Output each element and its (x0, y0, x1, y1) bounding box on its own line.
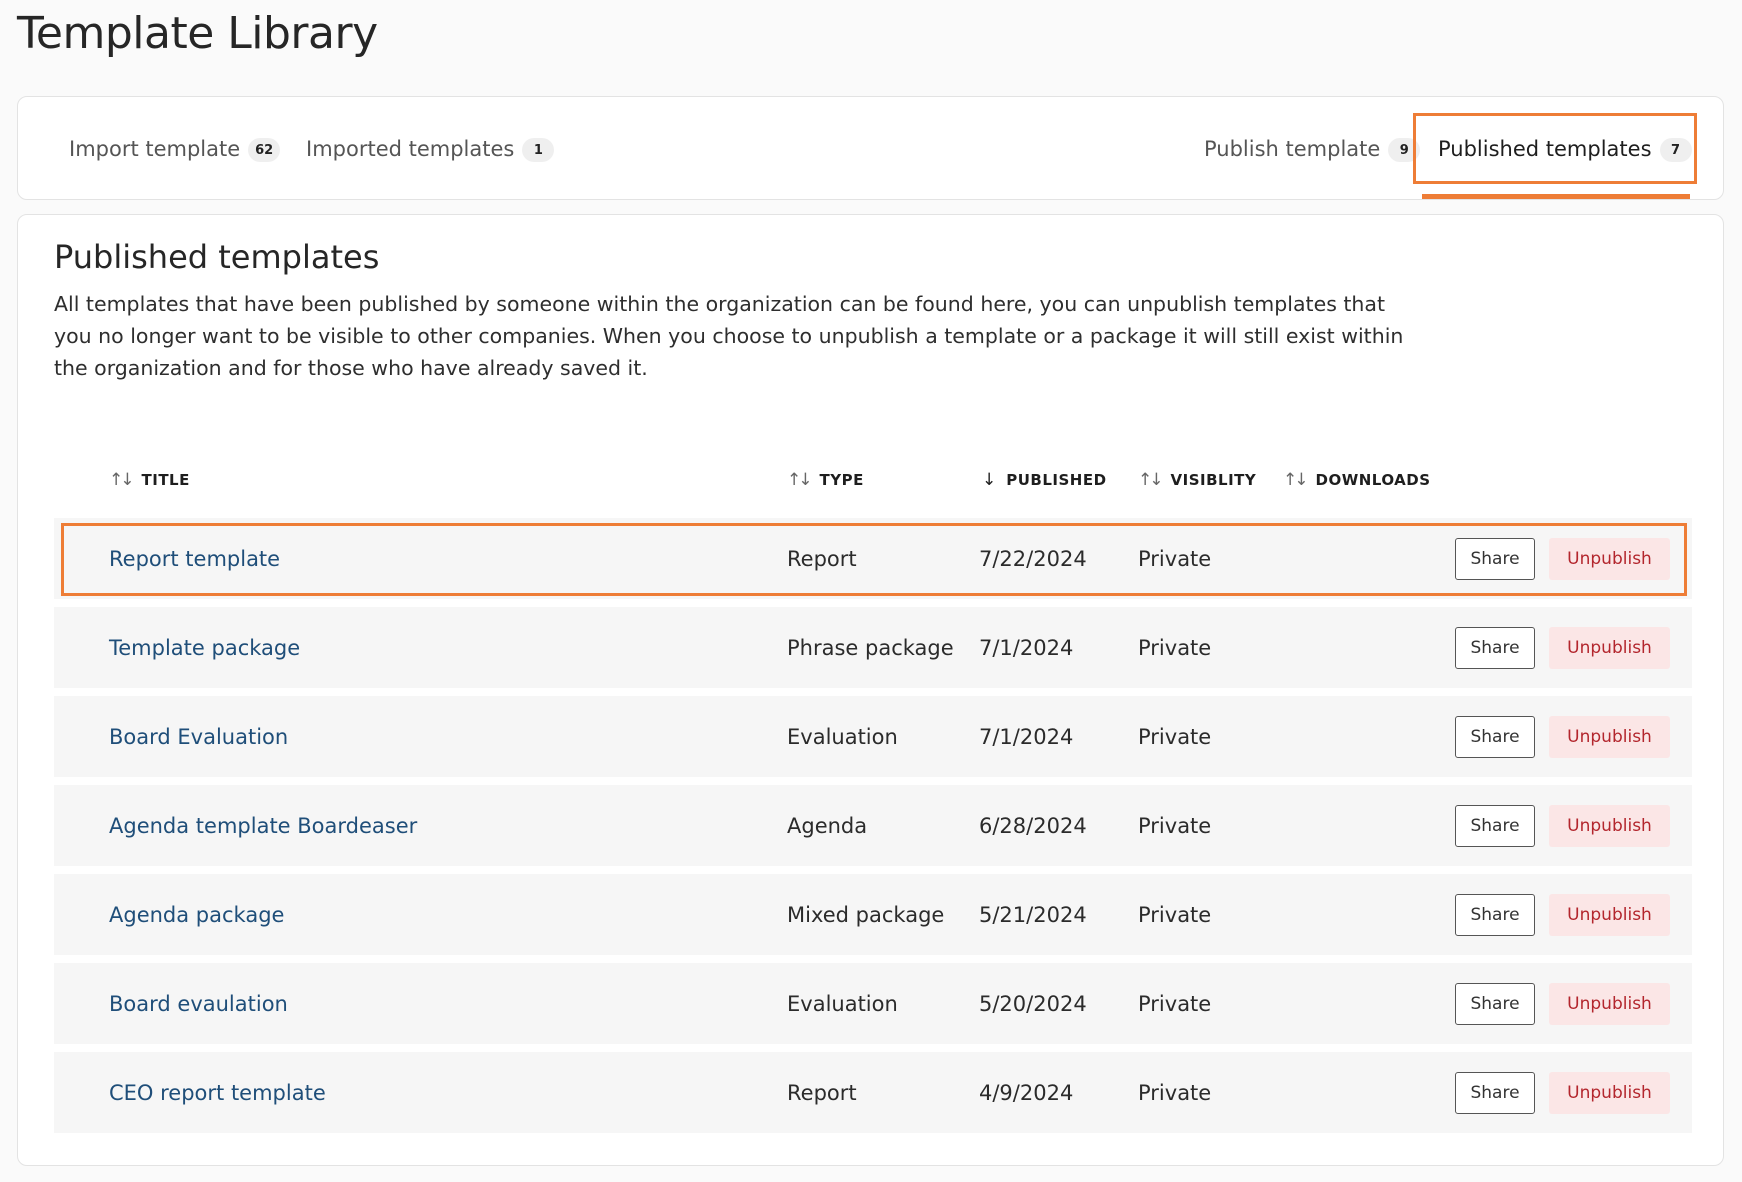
template-type: Mixed package (787, 902, 945, 927)
visibility: Private (1138, 902, 1212, 927)
sort-both-icon: ↑↓ (109, 470, 134, 490)
published-date: 4/9/2024 (979, 1080, 1074, 1105)
published-date: 7/1/2024 (979, 724, 1074, 749)
template-type: Report (787, 546, 857, 571)
template-title-link[interactable]: Agenda package (109, 874, 284, 955)
column-header-downloads[interactable]: ↑↓ DOWNLOADS (1283, 468, 1431, 492)
unpublish-button[interactable]: Unpublish (1549, 627, 1670, 669)
table-row: Board Evaluation Evaluation 7/1/2024 Pri… (54, 696, 1692, 777)
column-header-label: DOWNLOADS (1315, 471, 1431, 489)
published-date: 6/28/2024 (979, 813, 1087, 838)
column-header-label: PUBLISHED (1006, 471, 1107, 489)
active-tab-underline (1422, 194, 1690, 199)
template-title-link[interactable]: Template package (109, 607, 300, 688)
tab-count-badge: 7 (1659, 138, 1692, 162)
share-button[interactable]: Share (1455, 627, 1535, 669)
column-header-label: TYPE (819, 471, 864, 489)
share-button[interactable]: Share (1455, 1072, 1535, 1114)
unpublish-button[interactable]: Unpublish (1549, 716, 1670, 758)
section-description: All templates that have been published b… (54, 292, 1404, 380)
table-row: Template package Phrase package 7/1/2024… (54, 607, 1692, 688)
template-type: Evaluation (787, 991, 898, 1016)
visibility: Private (1138, 991, 1212, 1016)
section-title: Published templates (54, 238, 380, 276)
template-type: Evaluation (787, 724, 898, 749)
sort-desc-icon: ↓ (982, 470, 997, 490)
template-title-link[interactable]: CEO report template (109, 1052, 326, 1133)
tab-label: Published templates (1438, 137, 1652, 161)
visibility: Private (1138, 724, 1212, 749)
share-button[interactable]: Share (1455, 983, 1535, 1025)
share-button[interactable]: Share (1455, 716, 1535, 758)
template-title-link[interactable]: Report template (109, 518, 280, 599)
visibility: Private (1138, 813, 1212, 838)
table-row: Agenda template Boardeaser Agenda 6/28/2… (54, 785, 1692, 866)
sort-both-icon: ↑↓ (1138, 470, 1163, 490)
template-type: Phrase package (787, 635, 954, 660)
visibility: Private (1138, 1080, 1212, 1105)
published-date: 5/21/2024 (979, 902, 1087, 927)
tab-bar: Import template 62 Imported templates 1 … (17, 96, 1724, 200)
published-date: 7/22/2024 (979, 546, 1087, 571)
template-type: Report (787, 1080, 857, 1105)
template-title-link[interactable]: Agenda template Boardeaser (109, 785, 417, 866)
share-button[interactable]: Share (1455, 805, 1535, 847)
tab-label: Imported templates (306, 137, 515, 161)
column-header-visibility[interactable]: ↑↓ VISIBLITY (1138, 468, 1256, 492)
visibility: Private (1138, 546, 1212, 571)
visibility: Private (1138, 635, 1212, 660)
column-header-label: VISIBLITY (1170, 471, 1257, 489)
table-row: Report template Report 7/22/2024 Private… (54, 518, 1692, 599)
tab-count-badge: 1 (522, 138, 555, 162)
unpublish-button[interactable]: Unpublish (1549, 1072, 1670, 1114)
tab-imported-templates[interactable]: Imported templates 1 (306, 97, 555, 201)
table-row: CEO report template Report 4/9/2024 Priv… (54, 1052, 1692, 1133)
share-button[interactable]: Share (1455, 538, 1535, 580)
tab-label: Publish template (1204, 137, 1381, 161)
tab-published-templates[interactable]: Published templates 7 (1438, 97, 1692, 201)
sort-both-icon: ↑↓ (787, 470, 812, 490)
published-date: 7/1/2024 (979, 635, 1074, 660)
column-header-label: TITLE (141, 471, 190, 489)
template-type: Agenda (787, 813, 868, 838)
template-title-link[interactable]: Board Evaluation (109, 696, 288, 777)
sort-both-icon: ↑↓ (1283, 470, 1308, 490)
tab-count-badge: 62 (248, 138, 281, 162)
unpublish-button[interactable]: Unpublish (1549, 538, 1670, 580)
share-button[interactable]: Share (1455, 894, 1535, 936)
tab-publish-template[interactable]: Publish template 9 (1204, 97, 1421, 201)
table-row: Agenda package Mixed package 5/21/2024 P… (54, 874, 1692, 955)
page-title: Template Library (17, 8, 378, 59)
column-header-published[interactable]: ↓ PUBLISHED (982, 468, 1107, 492)
published-date: 5/20/2024 (979, 991, 1087, 1016)
column-header-type[interactable]: ↑↓ TYPE (787, 468, 864, 492)
column-header-title[interactable]: ↑↓ TITLE (109, 468, 190, 492)
tab-count-badge: 9 (1388, 138, 1421, 162)
tab-import-template[interactable]: Import template 62 (69, 97, 281, 201)
template-title-link[interactable]: Board evaulation (109, 963, 288, 1044)
unpublish-button[interactable]: Unpublish (1549, 805, 1670, 847)
tab-label: Import template (69, 137, 241, 161)
unpublish-button[interactable]: Unpublish (1549, 894, 1670, 936)
table-row: Board evaulation Evaluation 5/20/2024 Pr… (54, 963, 1692, 1044)
unpublish-button[interactable]: Unpublish (1549, 983, 1670, 1025)
